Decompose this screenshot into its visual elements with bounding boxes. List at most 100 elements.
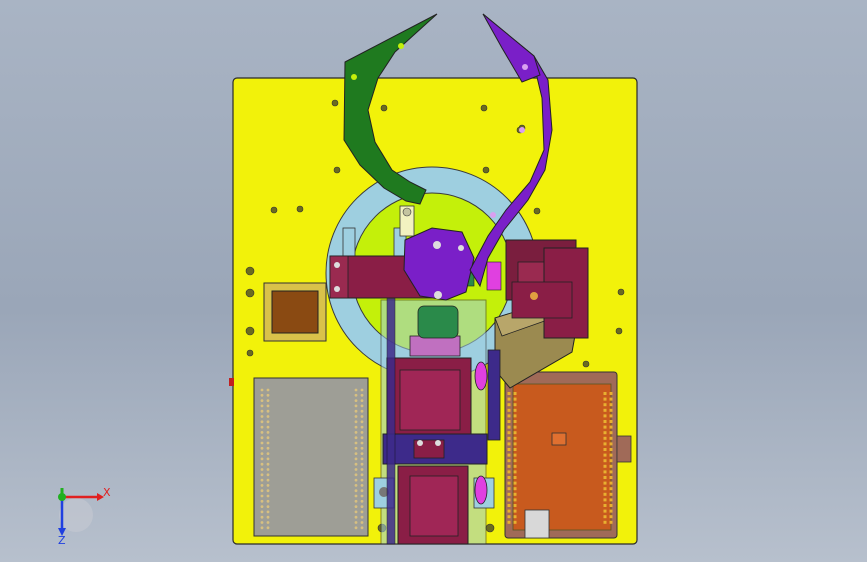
perfboard-hole [266, 510, 270, 514]
arm-column[interactable] [373, 261, 495, 545]
perfboard-hole [360, 468, 364, 471]
perfboard-hole [260, 425, 264, 429]
header-pin [609, 392, 613, 395]
perfboard-hole [360, 441, 364, 445]
header-pin [513, 509, 517, 513]
perfboard-hole [260, 462, 264, 466]
perfboard-hole [266, 462, 270, 466]
header-pin [609, 403, 613, 407]
cad-3d-viewport[interactable]: X Z [0, 0, 867, 562]
header-pin [603, 504, 607, 507]
perfboard-hole [266, 499, 270, 503]
perfboard-hole [266, 441, 270, 445]
perfboard-hole [354, 388, 358, 392]
perfboard-hole [260, 388, 264, 392]
header-pin [603, 420, 607, 423]
header-pin [513, 470, 517, 474]
perfboard-hole [360, 489, 364, 493]
header-pin [609, 498, 613, 502]
header-pin [513, 431, 517, 435]
header-pin [609, 448, 613, 451]
header-pin [603, 464, 607, 468]
triad-origin [58, 493, 66, 501]
x-axis-label: X [103, 486, 111, 499]
controller-board[interactable] [504, 371, 632, 539]
header-pin [603, 515, 607, 519]
header-pin [507, 425, 511, 429]
header-pin [603, 470, 607, 474]
perfboard-hole [360, 388, 364, 392]
triad-sphere-shade [59, 498, 93, 532]
perfboard-hole [354, 415, 358, 418]
perfboard-hole [360, 473, 364, 477]
perfboard-hole [266, 399, 270, 402]
header-pin [603, 509, 607, 513]
header-pin [603, 392, 607, 395]
perfboard-hole [354, 462, 358, 466]
perfboard-hole [354, 515, 358, 519]
header-pin [513, 481, 517, 485]
header-pin [507, 476, 511, 479]
perfboard-hole [266, 521, 270, 524]
perfboard-hole [260, 457, 264, 461]
perfboard-hole [260, 515, 264, 519]
perfboard-hole [260, 526, 264, 530]
header-pin [609, 397, 613, 401]
perfboard-hole [354, 510, 358, 514]
perfboard-hole [360, 484, 364, 487]
perfboard-hole [260, 473, 264, 477]
perfboard-hole [266, 409, 270, 413]
perfboard-hole [354, 446, 358, 450]
perfboard-hole [360, 521, 364, 524]
perfboard-hole [354, 505, 358, 508]
perfboard-hole [260, 415, 264, 418]
perfboard-hole [360, 393, 364, 397]
perfboard-hole [260, 494, 264, 498]
voltage-module[interactable] [263, 282, 327, 342]
perfboard-hole [354, 420, 358, 424]
perfboard[interactable] [253, 377, 369, 537]
perfboard-hole [260, 505, 264, 508]
perfboard-hole [266, 415, 270, 418]
header-pin [507, 397, 511, 401]
header-pin [513, 459, 517, 463]
header-pin [603, 403, 607, 407]
perfboard-hole [360, 446, 364, 450]
header-pin [507, 487, 511, 491]
perfboard-hole [260, 478, 264, 482]
perfboard-hole [360, 494, 364, 498]
header-pin [609, 425, 613, 429]
perfboard-hole [260, 431, 264, 434]
perfboard-hole [354, 452, 358, 455]
header-pin [507, 464, 511, 468]
header-pin [513, 392, 517, 395]
header-pin [609, 509, 613, 513]
perfboard-hole [360, 436, 364, 440]
perfboard-hole [360, 505, 364, 508]
perfboard-hole [354, 484, 358, 487]
perfboard-hole [266, 425, 270, 429]
perfboard-hole [266, 388, 270, 392]
header-pin [513, 425, 517, 429]
perfboard-hole [266, 526, 270, 530]
header-pin [513, 515, 517, 519]
header-pin [603, 492, 607, 496]
perfboard-hole [360, 420, 364, 424]
perfboard-hole [360, 452, 364, 455]
header-pin [609, 470, 613, 474]
header-pin [609, 515, 613, 519]
header-pin [513, 520, 517, 524]
header-pin [609, 464, 613, 468]
perfboard-hole [354, 489, 358, 493]
header-pin [609, 431, 613, 435]
perfboard-hole [266, 478, 270, 482]
header-pin [609, 453, 613, 457]
perfboard-hole [260, 499, 264, 503]
header-pin [609, 459, 613, 463]
perfboard-hole [266, 494, 270, 498]
header-pin [507, 420, 511, 423]
cable-connector [229, 378, 234, 386]
header-pin [609, 481, 613, 485]
perfboard-hole [266, 484, 270, 487]
header-pin [513, 453, 517, 457]
